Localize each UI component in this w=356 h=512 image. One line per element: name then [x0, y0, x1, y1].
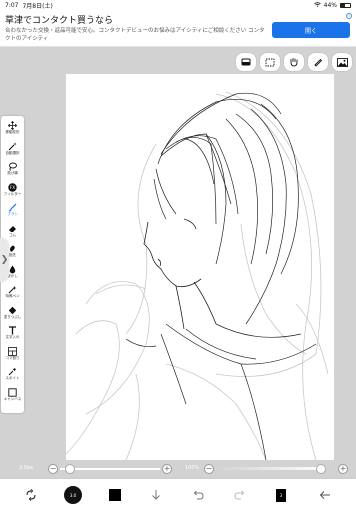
chevron-right-icon: ❯ [0, 255, 9, 265]
tool-label: ブラシ [7, 212, 18, 216]
size-slider-track[interactable] [60, 468, 160, 470]
ad-info-icon[interactable]: i [346, 13, 352, 19]
download-icon[interactable] [145, 485, 167, 505]
color-swatch-button[interactable] [104, 485, 126, 505]
tool-brush[interactable]: ブラシ [1, 202, 24, 220]
color-swatch [109, 489, 121, 501]
tool-lasso[interactable]: 投げ縄 [1, 161, 24, 179]
tool-special[interactable]: 特殊ペン [1, 284, 24, 302]
text-icon [1, 325, 24, 335]
brush-size-value: 3.0px [19, 465, 34, 471]
battery-icon [340, 2, 351, 8]
tool-label: コマ割り [5, 355, 20, 360]
tool-filter[interactable]: FX フィルター [1, 182, 24, 200]
pen-icon[interactable] [308, 53, 328, 71]
brush-sliders: 3.0px − + 100% − + [0, 462, 356, 478]
ad-banner[interactable]: 草津でコンタクト買うなら 合わなかった交換・返品可能で安心。コンタクトデビューの… [0, 10, 356, 47]
brush-size-label: 3.0 [69, 492, 77, 498]
ad-description: 合わなかった交換・返品可能で安心。コンタクトデビューのお悩みはアイシティにご相談… [5, 28, 265, 42]
back-icon[interactable] [314, 485, 336, 505]
size-slider-knob[interactable] [64, 464, 75, 474]
redo-icon[interactable] [229, 485, 251, 505]
battery-percent: 44% [323, 1, 337, 9]
ad-title[interactable]: 草津でコンタクト買うなら [5, 13, 113, 26]
collapse-handle[interactable]: ❯ [0, 238, 9, 282]
layer-count: 3 [279, 492, 283, 498]
image-icon[interactable] [332, 53, 352, 71]
canvas-icon [1, 387, 24, 397]
size-minus-button[interactable]: − [48, 464, 58, 474]
filter-icon: FX [1, 182, 24, 192]
bottom-toolbar: 3.0 3 [0, 478, 356, 512]
brush-icon [1, 202, 24, 212]
status-date: 7月8日(土) [22, 2, 53, 10]
tool-label: 特殊ペン [5, 294, 20, 298]
undo-icon[interactable] [187, 485, 209, 505]
wifi-icon [313, 1, 321, 9]
tool-magic[interactable]: 自動選択 [1, 141, 24, 159]
status-bar: 7:07 7月8日(土) 44% [0, 0, 356, 10]
magic-wand-icon [1, 141, 24, 151]
selection-icon[interactable] [260, 53, 280, 71]
status-time: 7:07 [5, 1, 19, 9]
top-toolbar [236, 53, 352, 71]
frame-icon [1, 346, 24, 356]
ad-open-button[interactable]: 開く [272, 22, 350, 38]
tool-label: 文字入れ [5, 335, 20, 339]
hand-icon[interactable] [284, 53, 304, 71]
tool-label: ゴム [9, 232, 16, 237]
tool-label: 塗りつぶし [3, 314, 22, 319]
tool-label: キャンバス [3, 396, 22, 401]
size-plus-button[interactable]: + [162, 464, 172, 474]
opacity-value: 100% [185, 465, 200, 471]
tool-frame[interactable]: コマ割り [1, 346, 24, 364]
opacity-plus-button[interactable]: + [338, 464, 348, 474]
tool-fill[interactable]: 塗りつぶし [1, 305, 24, 323]
tool-label: 自動選択 [5, 150, 20, 155]
eyedropper-icon [1, 366, 24, 376]
tool-label: 移動変形 [5, 130, 20, 134]
brush-size-button[interactable]: 3.0 [62, 485, 84, 505]
eraser-icon [1, 223, 24, 233]
tool-eyedropper[interactable]: スポイト [1, 366, 24, 384]
eraser-icon[interactable] [236, 53, 256, 71]
move-icon [1, 120, 24, 130]
opacity-slider-track[interactable] [216, 467, 326, 470]
tool-label: フィルター [3, 191, 22, 196]
layers-button[interactable]: 3 [270, 485, 292, 505]
opacity-slider-knob[interactable] [316, 464, 326, 474]
transform-icon[interactable] [20, 485, 42, 505]
drawing-canvas[interactable] [66, 74, 334, 460]
fill-icon [1, 305, 24, 315]
lasso-icon [1, 161, 24, 171]
tool-canvas[interactable]: キャンバス [1, 387, 24, 405]
tool-move[interactable]: 移動変形 [1, 120, 24, 138]
tool-text[interactable]: 文字入れ [1, 325, 24, 343]
svg-text:FX: FX [10, 185, 15, 190]
tool-label: スポイト [5, 376, 20, 380]
special-pen-icon [1, 284, 24, 294]
sketch-artwork [66, 91, 329, 460]
tool-label: 投げ縄 [7, 171, 18, 175]
opacity-minus-button[interactable]: − [204, 464, 214, 474]
